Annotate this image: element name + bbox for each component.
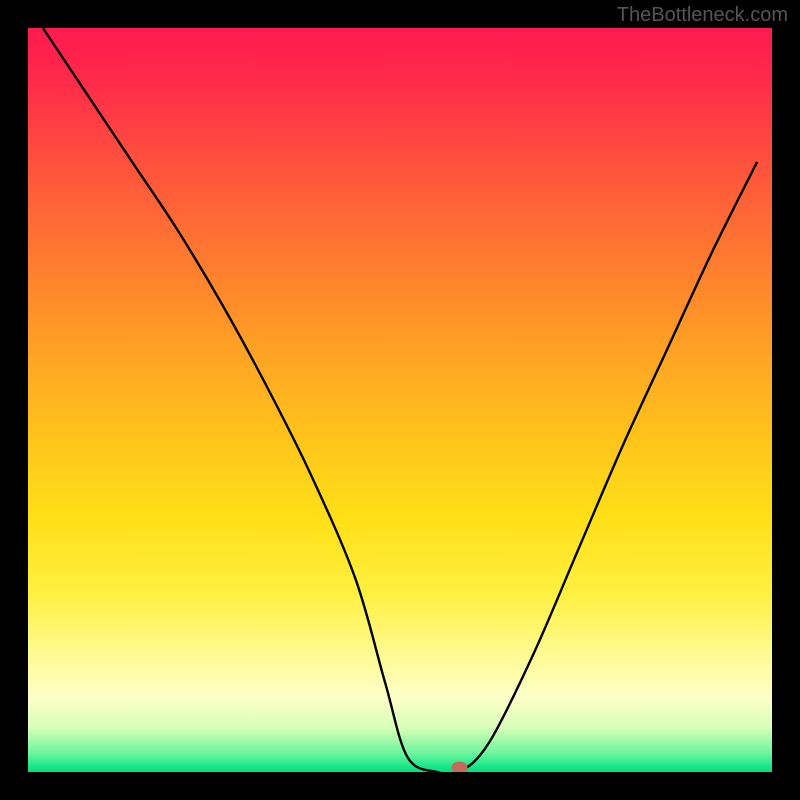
- bottleneck-curve: [43, 28, 757, 772]
- curve-svg: [28, 28, 772, 772]
- plot-area: [28, 28, 772, 772]
- marker-dot: [452, 762, 468, 772]
- watermark-text: TheBottleneck.com: [617, 4, 788, 27]
